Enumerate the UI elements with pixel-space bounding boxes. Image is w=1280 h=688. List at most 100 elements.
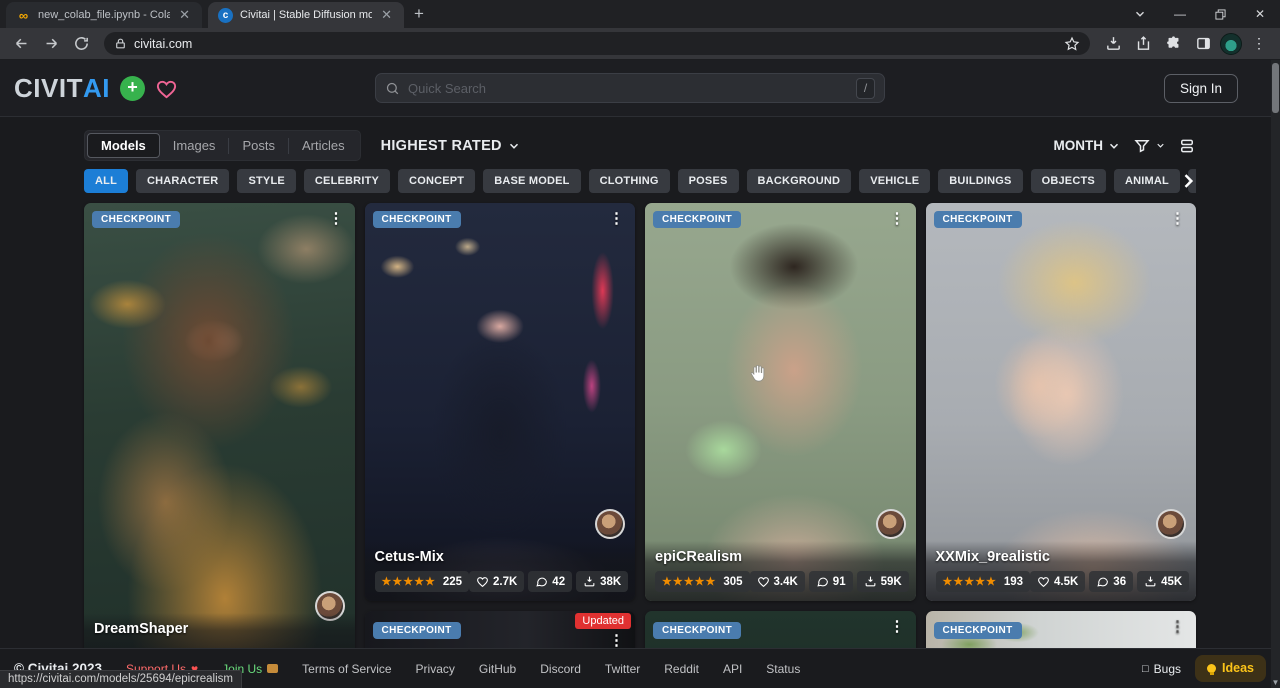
browser-tab-colab[interactable]: ∞ new_colab_file.ipynb - Colaborat ✕ [6,2,202,28]
ideas-button[interactable]: Ideas [1195,655,1266,682]
new-tab-button[interactable]: + [414,4,424,24]
download-icon [864,575,877,588]
share-icon[interactable] [1130,31,1156,57]
category-chip-all[interactable]: ALL [84,169,128,193]
url-text[interactable]: civitai.com [134,37,1057,51]
page-scrollbar[interactable]: ▼ [1271,60,1280,688]
browser-menu-kebab-icon[interactable]: ⋮ [1246,31,1272,57]
card-menu-kebab-icon[interactable]: ⋮ [324,209,349,228]
close-tab-icon[interactable]: ✕ [379,7,394,23]
close-window-icon[interactable]: ✕ [1240,0,1280,28]
browser-tab-civitai[interactable]: c Civitai | Stable Diffusion models, ✕ [208,2,404,28]
browser-profile-avatar[interactable] [1220,33,1242,55]
model-type-badge: CHECKPOINT [934,622,1022,639]
favorites-heart-icon[interactable] [155,77,178,100]
model-type-badge: CHECKPOINT [934,211,1022,228]
upload-plus-button[interactable]: + [120,76,145,101]
layout-rows-icon[interactable] [1178,137,1196,155]
footer-link-terms[interactable]: Terms of Service [302,662,391,676]
footer-link-api[interactable]: API [723,662,742,676]
model-card-cetus-mix[interactable]: CHECKPOINT ⋮ Cetus-Mix ★★★★★ 225 [365,203,636,601]
close-tab-icon[interactable]: ✕ [177,7,192,23]
scrollbar-down-arrow-icon[interactable]: ▼ [1271,678,1280,687]
chevron-down-icon [507,139,521,153]
category-chip-background[interactable]: BACKGROUND [747,169,852,193]
creator-avatar[interactable] [1156,509,1186,539]
model-stats: ★★★★★ 305 3.4K [655,571,906,592]
card-menu-kebab-icon[interactable]: ⋮ [1165,209,1190,228]
category-chip-poses[interactable]: POSES [678,169,739,193]
model-card-xxmix-9realistic[interactable]: CHECKPOINT ⋮ XXMix_9realistic ★★★★★ 193 [926,203,1197,601]
tab-models[interactable]: Models [87,133,160,158]
download-icon [1144,575,1157,588]
card-menu-kebab-icon[interactable]: ⋮ [885,617,910,636]
downloads-count: 38K [600,576,621,588]
category-chip-buildings[interactable]: BUILDINGS [938,169,1022,193]
side-panel-icon[interactable] [1190,31,1216,57]
category-chip-character[interactable]: CHARACTER [136,169,229,193]
footer-link-github[interactable]: GitHub [479,662,516,676]
bookmark-star-icon[interactable] [1064,36,1080,52]
filter-dropdown[interactable] [1133,137,1166,155]
period-dropdown[interactable]: MONTH [1054,138,1122,153]
reload-icon[interactable] [68,31,94,57]
category-chip-celebrity[interactable]: CELEBRITY [304,169,390,193]
model-card-epicrealism[interactable]: CHECKPOINT ⋮ epiCRealism ★★★★★ 305 [645,203,916,601]
tab-title: new_colab_file.ipynb - Colaborat [38,9,170,21]
creator-avatar[interactable] [876,509,906,539]
restore-window-icon[interactable] [1200,0,1240,28]
model-type-badge: CHECKPOINT [653,622,741,639]
scrollbar-thumb[interactable] [1272,63,1279,113]
sort-dropdown[interactable]: HIGHEST RATED [381,138,521,154]
model-preview-image [84,203,355,663]
card-footer: epiCRealism ★★★★★ 305 [645,541,916,601]
tab-posts[interactable]: Posts [229,134,288,157]
model-card-grid: CHECKPOINT ⋮ DreamShaper CHECKPOINT ⋮ [84,203,1196,688]
scroll-categories-right-icon[interactable] [1178,171,1196,191]
category-chip-base-model[interactable]: BASE MODEL [483,169,580,193]
rating-pill: ★★★★★ 225 [375,571,470,592]
category-chip-style[interactable]: STYLE [237,169,295,193]
comment-icon [1096,575,1109,588]
tab-images[interactable]: Images [160,134,229,157]
back-icon[interactable] [8,31,34,57]
chevron-down-icon [1155,140,1166,151]
filter-funnel-icon [1133,137,1151,155]
card-menu-kebab-icon[interactable]: ⋮ [604,209,629,228]
likes-pill: 4.5K [1030,571,1085,592]
creator-avatar[interactable] [595,509,625,539]
download-tray-icon[interactable] [1100,31,1126,57]
status-url-bar: https://civitai.com/models/25694/epicrea… [0,670,242,688]
card-menu-kebab-icon[interactable]: ⋮ [1165,617,1190,636]
footer-link-reddit[interactable]: Reddit [664,662,699,676]
rating-count: 305 [723,576,742,588]
bugs-link[interactable]: □ Bugs [1142,662,1181,676]
tab-search-chevron-icon[interactable] [1120,0,1160,28]
tab-articles[interactable]: Articles [289,134,358,157]
category-chip-animal[interactable]: ANIMAL [1114,169,1180,193]
sign-in-button[interactable]: Sign In [1164,74,1238,103]
category-chip-concept[interactable]: CONCEPT [398,169,475,193]
civitai-logo[interactable]: CIVITAI [14,73,110,104]
address-bar[interactable]: civitai.com [104,32,1090,55]
category-chip-clothing[interactable]: CLOTHING [589,169,670,193]
minimize-window-icon[interactable]: — [1160,0,1200,28]
footer-link-twitter[interactable]: Twitter [605,662,640,676]
category-chip-vehicle[interactable]: VEHICLE [859,169,930,193]
comments-count: 91 [833,576,846,588]
footer-link-privacy[interactable]: Privacy [416,662,455,676]
lightbulb-icon [1207,664,1216,673]
search-input[interactable] [408,81,856,96]
extensions-puzzle-icon[interactable] [1160,31,1186,57]
likes-pill: 3.4K [750,571,805,592]
model-card-dreamshaper[interactable]: CHECKPOINT ⋮ DreamShaper [84,203,355,663]
category-chip-objects[interactable]: OBJECTS [1031,169,1106,193]
model-title: Cetus-Mix [375,549,626,565]
rating-pill: ★★★★★ 305 [655,571,750,592]
search-bar[interactable]: / [375,73,885,103]
footer-link-status[interactable]: Status [766,662,800,676]
card-menu-kebab-icon[interactable]: ⋮ [885,209,910,228]
forward-icon[interactable] [38,31,64,57]
footer-link-discord[interactable]: Discord [540,662,581,676]
comments-count: 36 [1113,576,1126,588]
